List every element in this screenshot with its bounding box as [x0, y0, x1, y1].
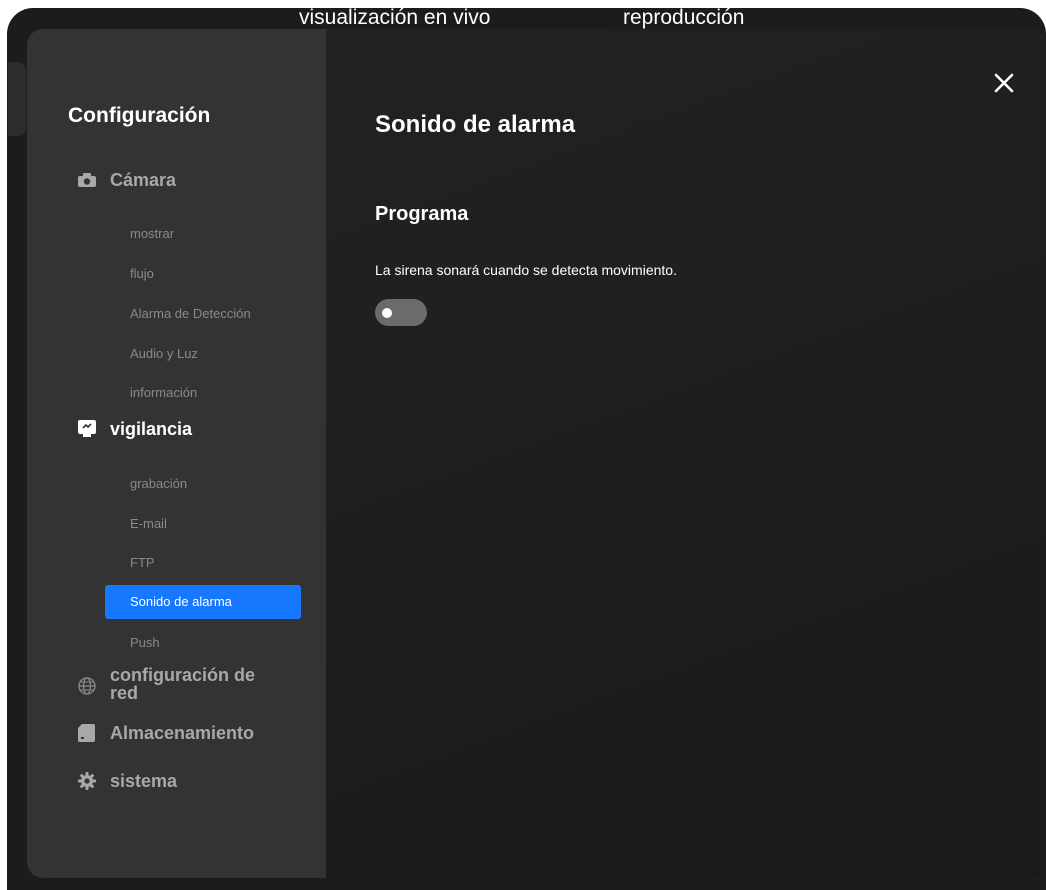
monitor-icon [68, 418, 110, 440]
section-title: Programa [375, 203, 469, 225]
page-title: Sonido de alarma [375, 111, 576, 138]
sidebar-item-mostrar[interactable]: mostrar [130, 226, 174, 241]
sd-card-icon [68, 722, 110, 744]
sidebar-section-label: Almacenamiento [110, 723, 255, 743]
sidebar-section-network[interactable]: configuración de red [68, 666, 255, 702]
tab-live-view[interactable]: visualización en vivo [299, 8, 490, 30]
sidebar-item-informacion[interactable]: información [130, 385, 197, 400]
background-panel-edge [8, 62, 26, 136]
sidebar-item-ftp[interactable]: FTP [130, 555, 155, 570]
sidebar-item-email[interactable]: E-mail [130, 516, 167, 531]
sidebar-item-grabacion[interactable]: grabación [130, 476, 187, 491]
sidebar-section-label: configuración de red [110, 666, 255, 702]
settings-sidebar: Configuración Cámara mostrar flujo Alarm… [27, 29, 326, 878]
sidebar-section-surveillance[interactable]: vigilancia [68, 418, 192, 440]
sidebar-section-label: vigilancia [110, 419, 193, 439]
close-icon [994, 73, 1014, 93]
sidebar-section-storage[interactable]: Almacenamiento [68, 722, 254, 744]
sidebar-title: Configuración [68, 104, 211, 127]
sidebar-item-flujo[interactable]: flujo [130, 266, 154, 281]
sidebar-item-push[interactable]: Push [130, 635, 160, 650]
sidebar-section-camera[interactable]: Cámara [68, 169, 176, 191]
sidebar-section-label: Cámara [110, 170, 177, 190]
settings-content: Sonido de alarma Programa La sirena sona… [326, 29, 1046, 878]
toggle-knob [382, 308, 392, 318]
gear-icon [68, 770, 110, 792]
siren-toggle[interactable] [375, 299, 427, 326]
siren-description: La sirena sonará cuando se detecta movim… [375, 262, 677, 278]
sidebar-section-label: sistema [110, 771, 178, 791]
camera-icon [68, 169, 110, 191]
sidebar-section-system[interactable]: sistema [68, 770, 177, 792]
network-label-line1: configuración de [110, 665, 256, 685]
globe-icon [68, 675, 110, 697]
app-frame: visualización en vivo reproducción Confi… [7, 8, 1046, 890]
network-label-line2: red [110, 683, 139, 703]
sidebar-item-sonido-alarma[interactable]: Sonido de alarma [105, 585, 301, 619]
sidebar-item-audio-luz[interactable]: Audio y Luz [130, 346, 198, 361]
tab-playback[interactable]: reproducción [623, 8, 744, 30]
close-button[interactable] [992, 71, 1016, 95]
sidebar-item-alarma-deteccion[interactable]: Alarma de Detección [130, 306, 251, 321]
settings-dialog: Configuración Cámara mostrar flujo Alarm… [27, 29, 1046, 878]
